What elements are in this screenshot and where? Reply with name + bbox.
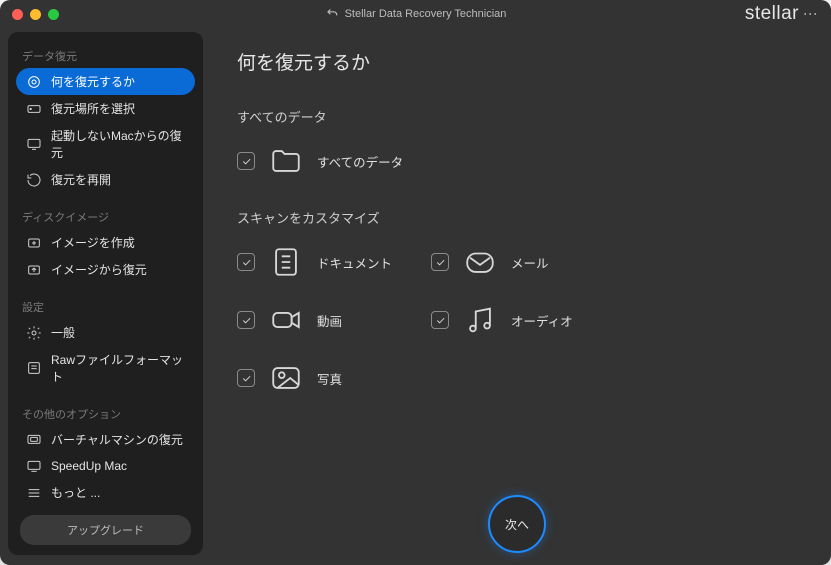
photo-icon xyxy=(269,361,303,395)
checkbox-mail[interactable] xyxy=(431,253,449,271)
target-icon xyxy=(26,74,42,90)
option-documents[interactable]: ドキュメント xyxy=(237,245,427,279)
sidebar-item-more[interactable]: もっと ... xyxy=(16,479,195,506)
page-title: 何を復元するか xyxy=(237,48,795,75)
sidebar-section-title: その他のオプション xyxy=(14,400,197,426)
sidebar-item-label: SpeedUp Mac xyxy=(51,459,127,473)
option-label: 動画 xyxy=(317,311,342,330)
sidebar-item-what-to-recover[interactable]: 何を復元するか xyxy=(16,68,195,95)
app-window: Stellar Data Recovery Technician stellar… xyxy=(0,0,831,565)
main-panel: 何を復元するか すべてのデータ すべてのデータ スキャンをカスタマイズ ドキュメ… xyxy=(203,28,831,565)
gear-icon xyxy=(26,325,42,341)
checkbox-documents[interactable] xyxy=(237,253,255,271)
sidebar-item-label: もっと ... xyxy=(51,484,100,501)
maximize-button[interactable] xyxy=(48,9,59,20)
raw-icon xyxy=(26,360,42,376)
checkbox-video[interactable] xyxy=(237,311,255,329)
title-center: Stellar Data Recovery Technician xyxy=(325,6,507,23)
document-icon xyxy=(269,245,303,279)
option-mail[interactable]: メール xyxy=(431,245,621,279)
sidebar-item-label: 何を復元するか xyxy=(51,73,135,90)
folder-icon xyxy=(269,144,303,178)
minimize-button[interactable] xyxy=(30,9,41,20)
audio-icon xyxy=(463,303,497,337)
titlebar: Stellar Data Recovery Technician stellar… xyxy=(0,0,831,28)
mac-icon xyxy=(26,136,42,152)
sidebar-section-title: ディスクイメージ xyxy=(14,203,197,229)
sidebar-item-create-image[interactable]: イメージを作成 xyxy=(16,229,195,256)
sidebar-item-label: イメージを作成 xyxy=(51,234,135,251)
sidebar-item-label: 一般 xyxy=(51,324,75,341)
option-video[interactable]: 動画 xyxy=(237,303,427,337)
sidebar-section-title: 設定 xyxy=(14,293,197,319)
resume-icon xyxy=(26,172,42,188)
sidebar-item-select-location[interactable]: 復元場所を選択 xyxy=(16,95,195,122)
restore-image-icon xyxy=(26,262,42,278)
sidebar: データ復元 何を復元するか 復元場所を選択 起動しないMacからの復元 復元を再… xyxy=(8,32,203,555)
drive-icon xyxy=(26,101,42,117)
window-controls xyxy=(12,9,59,20)
sidebar-item-restore-image[interactable]: イメージから復元 xyxy=(16,256,195,283)
mail-icon xyxy=(463,245,497,279)
app-title: Stellar Data Recovery Technician xyxy=(345,8,507,20)
option-photo[interactable]: 写真 xyxy=(237,361,427,395)
more-icon xyxy=(26,485,42,501)
sidebar-item-resume[interactable]: 復元を再開 xyxy=(16,166,195,193)
option-label: ドキュメント xyxy=(317,253,392,272)
back-icon[interactable] xyxy=(325,6,339,23)
sidebar-item-speedup-mac[interactable]: SpeedUp Mac xyxy=(16,453,195,479)
option-label: メール xyxy=(511,253,549,272)
video-icon xyxy=(269,303,303,337)
create-image-icon xyxy=(26,235,42,251)
sidebar-item-raw-format[interactable]: Rawファイルフォーマット xyxy=(16,346,195,390)
vm-icon xyxy=(26,432,42,448)
speedup-icon xyxy=(26,458,42,474)
checkbox-audio[interactable] xyxy=(431,311,449,329)
sidebar-item-label: 起動しないMacからの復元 xyxy=(51,127,185,161)
sidebar-item-label: Rawファイルフォーマット xyxy=(51,351,185,385)
sidebar-item-label: バーチャルマシンの復元 xyxy=(51,431,183,448)
sidebar-item-vm-recovery[interactable]: バーチャルマシンの復元 xyxy=(16,426,195,453)
section-all-title: すべてのデータ xyxy=(237,107,795,126)
kebab-menu[interactable]: ⋮ xyxy=(803,7,819,21)
next-button[interactable]: 次へ xyxy=(488,495,546,553)
checkbox-all[interactable] xyxy=(237,152,255,170)
sidebar-item-general[interactable]: 一般 xyxy=(16,319,195,346)
option-audio[interactable]: オーディオ xyxy=(431,303,621,337)
sidebar-item-label: イメージから復元 xyxy=(51,261,147,278)
sidebar-item-label: 復元を再開 xyxy=(51,171,111,188)
option-label: すべてのデータ xyxy=(317,152,403,171)
checkbox-photo[interactable] xyxy=(237,369,255,387)
sidebar-section-title: データ復元 xyxy=(14,42,197,68)
option-all-data[interactable]: すべてのデータ xyxy=(237,144,427,178)
close-button[interactable] xyxy=(12,9,23,20)
option-label: オーディオ xyxy=(511,311,573,330)
section-custom-title: スキャンをカスタマイズ xyxy=(237,208,795,227)
upgrade-button[interactable]: アップグレード xyxy=(20,515,191,545)
sidebar-item-nonboot-mac[interactable]: 起動しないMacからの復元 xyxy=(16,122,195,166)
brand-logo: stellar xyxy=(745,3,799,25)
sidebar-item-label: 復元場所を選択 xyxy=(51,100,135,117)
option-label: 写真 xyxy=(317,369,342,388)
